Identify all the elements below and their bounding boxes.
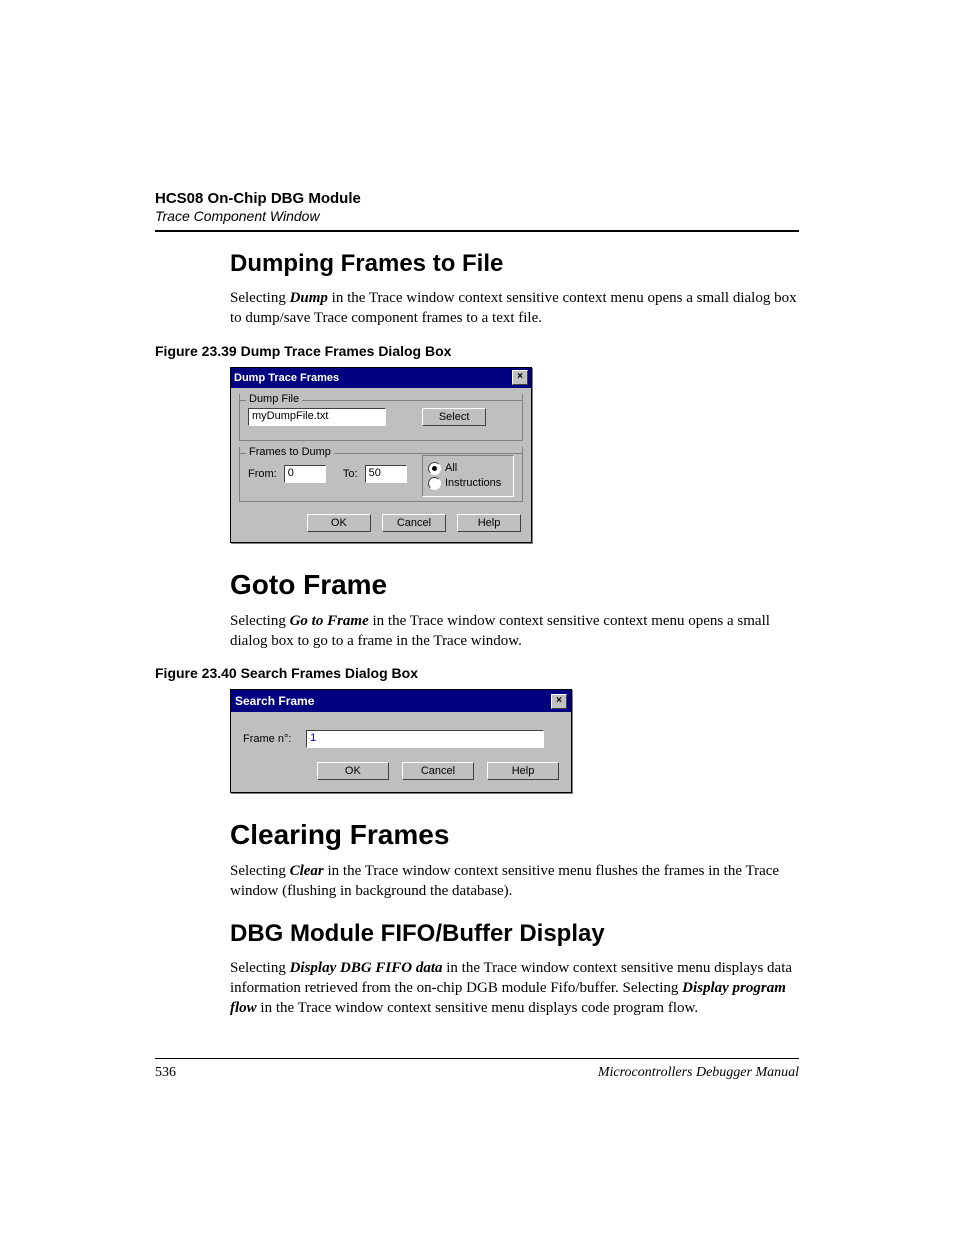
para-fifo: Selecting Display DBG FIFO data in the T… xyxy=(230,958,799,1019)
radio-instructions[interactable]: Instructions xyxy=(428,477,508,490)
heading-goto: Goto Frame xyxy=(230,569,799,601)
text: Selecting xyxy=(230,613,290,629)
radio-label: All xyxy=(445,462,457,474)
header-section: Trace Component Window xyxy=(155,208,799,224)
radio-label: Instructions xyxy=(445,477,501,489)
heading-clear: Clearing Frames xyxy=(230,819,799,851)
dialog-title: Dump Trace Frames xyxy=(234,372,339,384)
dump-trace-frames-dialog: Dump Trace Frames × Dump File myDumpFile… xyxy=(230,367,532,543)
para-clear: Selecting Clear in the Trace window cont… xyxy=(230,861,799,902)
frames-to-dump-group: Frames to Dump From: 0 To: 50 All Instru… xyxy=(239,447,523,502)
select-button[interactable]: Select xyxy=(422,408,486,426)
para-goto: Selecting Go to Frame in the Trace windo… xyxy=(230,611,799,652)
cancel-button[interactable]: Cancel xyxy=(382,514,446,532)
text: Selecting xyxy=(230,960,290,976)
frame-number-label: Frame n°: xyxy=(243,733,303,745)
radio-panel: All Instructions xyxy=(422,455,514,497)
frame-number-input[interactable]: 1 xyxy=(306,730,544,748)
ok-button[interactable]: OK xyxy=(317,762,389,780)
to-input[interactable]: 50 xyxy=(365,465,407,483)
footer-rule xyxy=(155,1058,799,1059)
figure-caption-search: Figure 23.40 Search Frames Dialog Box xyxy=(155,665,799,681)
group-legend: Dump File xyxy=(246,393,302,405)
figure-caption-dump: Figure 23.39 Dump Trace Frames Dialog Bo… xyxy=(155,343,799,359)
help-button[interactable]: Help xyxy=(457,514,521,532)
page-number: 536 xyxy=(155,1065,176,1081)
page-footer: 536 Microcontrollers Debugger Manual xyxy=(155,1058,799,1081)
manual-title: Microcontrollers Debugger Manual xyxy=(598,1065,799,1081)
dialog-title: Search Frame xyxy=(235,694,314,708)
header-rule xyxy=(155,230,799,232)
dialog-button-row: OK Cancel Help xyxy=(243,762,559,780)
close-icon[interactable]: × xyxy=(551,694,567,709)
dialog-button-row: OK Cancel Help xyxy=(231,508,531,542)
from-input[interactable]: 0 xyxy=(284,465,326,483)
radio-all[interactable]: All xyxy=(428,462,508,475)
dump-file-group: Dump File myDumpFile.txt Select xyxy=(239,394,523,441)
dump-filename-input[interactable]: myDumpFile.txt xyxy=(248,408,386,426)
dialog-titlebar: Search Frame × xyxy=(231,690,571,712)
text: in the Trace window context sensitive me… xyxy=(257,1000,698,1016)
heading-dump: Dumping Frames to File xyxy=(230,250,799,278)
text: Selecting xyxy=(230,863,290,879)
close-icon[interactable]: × xyxy=(512,370,528,385)
cancel-button[interactable]: Cancel xyxy=(402,762,474,780)
header-chapter: HCS08 On-Chip DBG Module xyxy=(155,190,799,207)
heading-fifo: DBG Module FIFO/Buffer Display xyxy=(230,920,799,948)
emphasis: Display DBG FIFO data xyxy=(290,960,443,976)
running-header: HCS08 On-Chip DBG Module Trace Component… xyxy=(155,190,799,224)
radio-icon xyxy=(428,477,441,490)
to-label: To: xyxy=(343,468,358,480)
dialog-titlebar: Dump Trace Frames × xyxy=(231,368,531,388)
text: Selecting xyxy=(230,290,290,306)
group-legend: Frames to Dump xyxy=(246,446,334,458)
emphasis: Go to Frame xyxy=(290,613,369,629)
emphasis: Clear xyxy=(290,863,324,879)
ok-button[interactable]: OK xyxy=(307,514,371,532)
emphasis: Dump xyxy=(290,290,328,306)
from-label: From: xyxy=(248,468,277,480)
search-frame-dialog: Search Frame × Frame n°: 1 OK Cancel Hel… xyxy=(230,689,572,793)
para-dump: Selecting Dump in the Trace window conte… xyxy=(230,288,799,329)
help-button[interactable]: Help xyxy=(487,762,559,780)
radio-icon xyxy=(428,462,441,475)
